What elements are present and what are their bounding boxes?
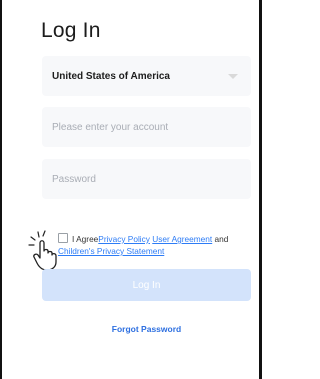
password-input[interactable]: Password [42,159,251,199]
account-input[interactable]: Please enter your account [42,107,251,147]
country-select[interactable]: United States of America [42,56,251,96]
privacy-policy-link[interactable]: Privacy Policy [98,234,150,244]
account-placeholder: Please enter your account [52,121,169,133]
page-title: Log In [41,19,101,42]
forgot-password-link[interactable]: Forgot Password [42,324,251,334]
login-button[interactable]: Log In [42,269,251,301]
country-value: United States of America [52,70,170,82]
chevron-down-icon [228,74,238,79]
device-frame-right [259,0,262,379]
agree-and: and [214,234,229,244]
childrens-privacy-link[interactable]: Children's Privacy Statement [58,246,164,256]
user-agreement-link[interactable]: User Agreement [152,234,212,244]
tap-hand-icon [28,230,57,271]
password-placeholder: Password [52,173,96,185]
agreement-text: I AgreePrivacy Policy User Agreement and… [58,233,253,257]
agree-prefix: I Agree [72,234,99,244]
login-button-label: Log In [132,279,161,291]
